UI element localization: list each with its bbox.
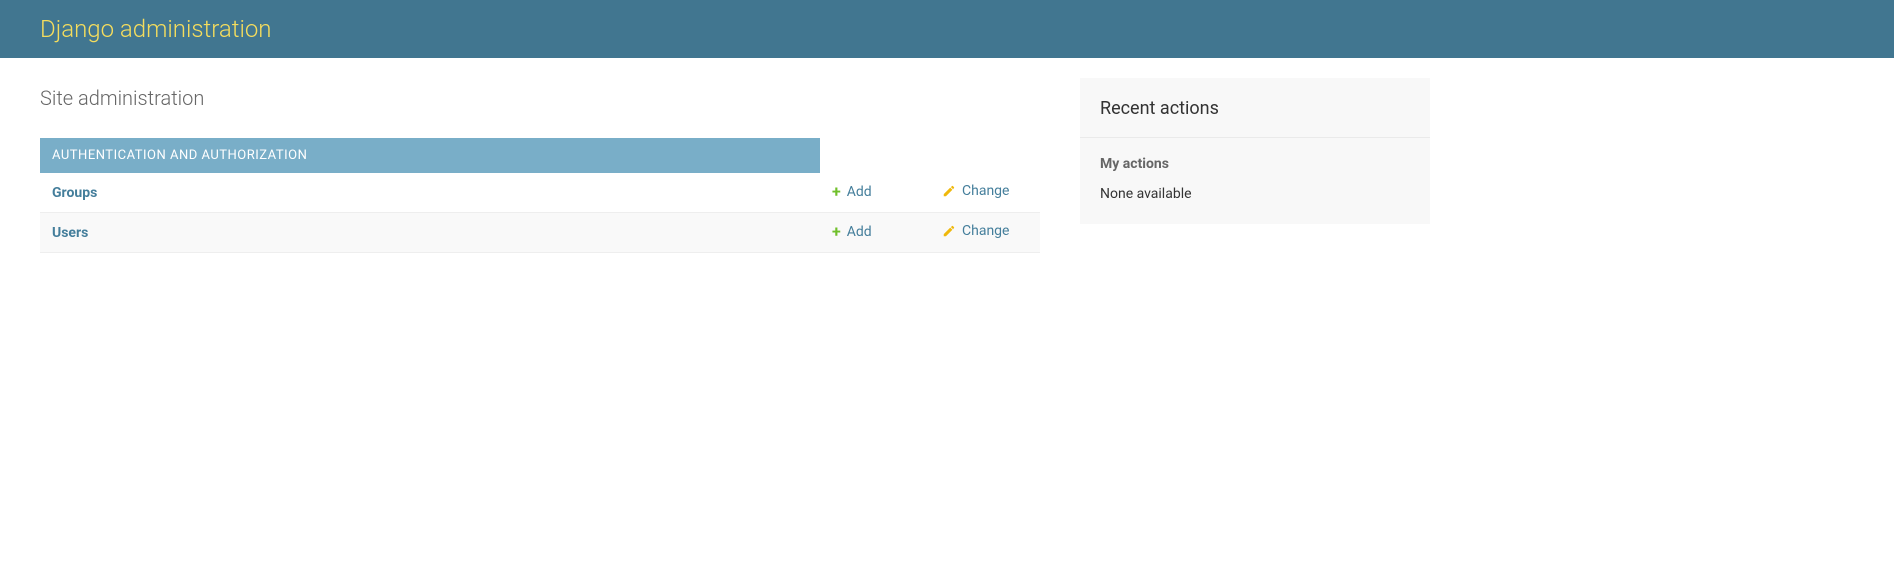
model-link-groups[interactable]: Groups bbox=[52, 185, 97, 201]
recent-actions-heading: Recent actions bbox=[1080, 78, 1430, 138]
my-actions-subheading: My actions bbox=[1080, 138, 1430, 180]
add-label: Add bbox=[847, 224, 872, 240]
model-row-groups: Groups + Add bbox=[40, 173, 1040, 213]
recent-actions-empty: None available bbox=[1080, 180, 1430, 224]
add-label: Add bbox=[847, 184, 872, 200]
recent-actions-module: Recent actions My actions None available bbox=[1080, 78, 1430, 224]
change-label: Change bbox=[962, 183, 1009, 199]
plus-icon: + bbox=[832, 224, 841, 240]
pencil-icon bbox=[942, 224, 956, 238]
site-name-link[interactable]: Django administration bbox=[40, 15, 272, 43]
model-link-users[interactable]: Users bbox=[52, 225, 88, 241]
branding-header: Django administration bbox=[0, 0, 1894, 58]
change-label: Change bbox=[962, 223, 1009, 239]
add-link-users[interactable]: + Add bbox=[832, 224, 872, 240]
plus-icon: + bbox=[832, 184, 841, 200]
add-link-groups[interactable]: + Add bbox=[832, 184, 872, 200]
content-sidebar: Recent actions My actions None available bbox=[1080, 78, 1430, 283]
pencil-icon bbox=[942, 184, 956, 198]
model-row-users: Users + Add bbox=[40, 213, 1040, 253]
site-name: Django administration bbox=[40, 15, 1854, 43]
app-caption-link[interactable]: Authentication and Authorization bbox=[52, 148, 307, 163]
change-link-groups[interactable]: Change bbox=[942, 183, 1009, 199]
page-title: Site administration bbox=[40, 86, 1040, 110]
app-caption: Authentication and Authorization bbox=[40, 138, 820, 173]
content-main: Site administration Authentication and A… bbox=[40, 78, 1040, 283]
app-module-auth: Authentication and Authorization Groups … bbox=[40, 138, 1040, 253]
change-link-users[interactable]: Change bbox=[942, 223, 1009, 239]
